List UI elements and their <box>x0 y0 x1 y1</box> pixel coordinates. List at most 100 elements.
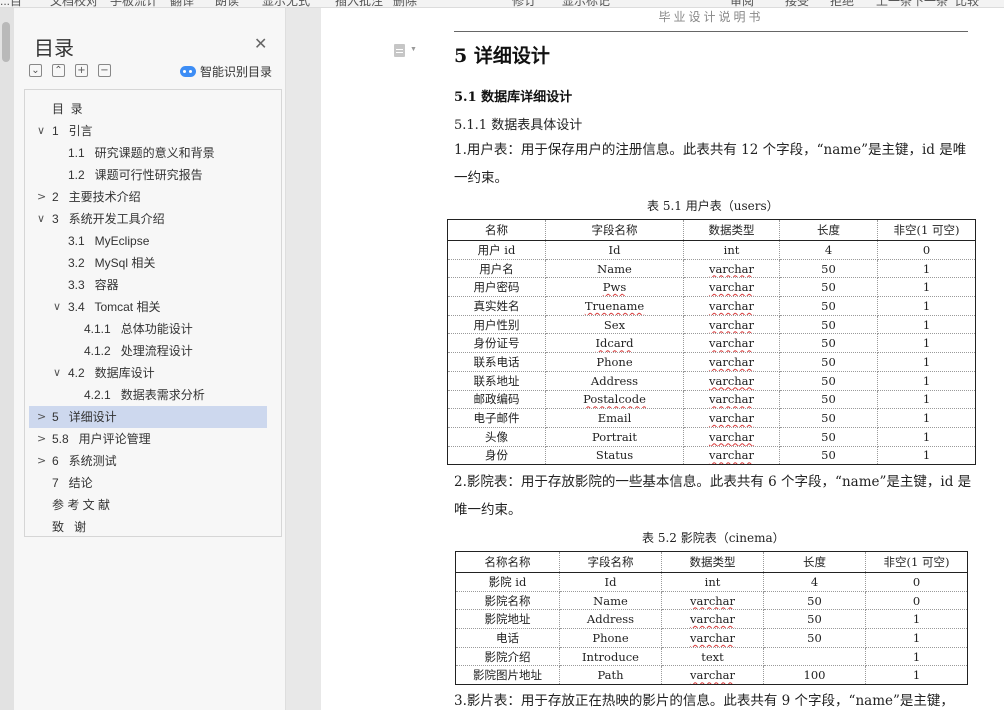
toc-item-label: 5 详细设计 <box>52 410 117 424</box>
table-cell: 真实姓名 <box>447 296 546 316</box>
toolbar-item[interactable]: 显示标记 <box>562 0 610 7</box>
toolbar-item[interactable]: 审阅 <box>730 0 754 7</box>
toc-item[interactable]: ∨ 3 系统开发工具介绍 <box>25 208 281 230</box>
toc-item[interactable]: 7 结论 <box>25 472 281 494</box>
table-cell: 联系电话 <box>447 352 546 372</box>
toc-item[interactable]: ∨ 4.2 数据库设计 <box>25 362 281 384</box>
plus-icon[interactable]: + <box>75 64 88 77</box>
table-cell: Status <box>545 445 684 466</box>
table-cell: 50 <box>779 389 878 410</box>
toc-item-label: 4.1.1 总体功能设计 <box>84 322 193 336</box>
table-row: 用户名 Name varchar 50 1 <box>447 258 976 279</box>
table-cell: 50 <box>763 628 866 648</box>
toc-item[interactable]: 3.3 容器 <box>25 274 281 296</box>
table-cell: varchar <box>683 389 780 410</box>
toolbar-item[interactable]: ...目 <box>0 0 22 7</box>
users-table: 名称 字段名称 数据类型 长度 非空(1 可空) 用户 id Id int 4 0 用户名 Name… <box>447 219 976 466</box>
table-cell: 邮政编码 <box>447 389 546 410</box>
table-cell: 1 <box>877 445 976 466</box>
table-cell: varchar <box>683 258 780 279</box>
table-row: 用户 id Id int 4 0 <box>447 240 976 260</box>
chevron-right-icon[interactable]: > <box>37 450 46 472</box>
toc-item[interactable]: ∨ 1 引言 <box>25 120 281 142</box>
table-header-cell: 名称 <box>447 219 546 241</box>
toc-item[interactable]: 目 录 <box>25 98 281 120</box>
toc-item[interactable]: 4.1.2 处理流程设计 <box>25 340 281 362</box>
table-cell: 联系地址 <box>447 370 546 391</box>
table-cell: int <box>683 240 780 260</box>
toc-item-label: 1 引言 <box>52 124 93 138</box>
table-cell: 1 <box>877 389 976 410</box>
scroll-thumb[interactable] <box>2 22 10 62</box>
table-cell: 50 <box>779 277 878 298</box>
chevron-down-icon[interactable]: ∨ <box>37 208 45 230</box>
chevron-right-icon[interactable]: > <box>37 428 46 450</box>
close-icon[interactable]: ✕ <box>254 34 267 54</box>
table-cell: int <box>661 572 764 592</box>
table-cell: varchar <box>683 314 780 335</box>
chevron-down-icon[interactable]: ∨ <box>53 296 61 318</box>
table-cell: 1 <box>877 277 976 298</box>
table-cell: Sex <box>545 314 684 335</box>
minus-icon[interactable]: − <box>98 64 111 77</box>
toc-item[interactable]: 1.2 课题可行性研究报告 <box>25 164 281 186</box>
toolbar-item[interactable]: 接受 <box>785 0 809 7</box>
toc-item[interactable]: >6 系统测试 <box>25 450 281 472</box>
toolbar-item[interactable]: 朗读 <box>215 0 239 7</box>
toolbar-item[interactable]: 上一条 <box>876 0 912 7</box>
chevron-down-icon[interactable]: ▼ <box>410 46 417 53</box>
table-cell: varchar <box>683 426 780 447</box>
toc-item[interactable]: ∨ 3.4 Tomcat 相关 <box>25 296 281 318</box>
toolbar-item[interactable]: 比较 <box>955 0 979 7</box>
toc-item[interactable]: 3.1 MyEclipse <box>25 230 281 252</box>
table-cell: 0 <box>877 240 976 260</box>
collapse-up-icon[interactable]: ⌃ <box>52 64 65 77</box>
toc-list: 目 录 ∨ 1 引言 1.1 研究课题的意义和背景 1.2 课题可行性研究报告 >2 主要… <box>24 89 282 537</box>
table-row: 用户性别 Sex varchar 50 1 <box>447 314 976 335</box>
toc-item-label: 致 谢 <box>52 520 87 534</box>
expand-down-icon[interactable]: ⌄ <box>29 64 42 77</box>
toolbar-item[interactable]: 下一条 <box>912 0 948 7</box>
table-row: 真实姓名 Truename varchar 50 1 <box>447 296 976 316</box>
table-cell: Postalcode <box>545 389 684 410</box>
table-cell: 1 <box>865 609 968 630</box>
toolbar-item[interactable]: 显示无式 <box>262 0 310 7</box>
toolbar-item[interactable]: 拒绝 <box>830 0 854 7</box>
toolbar-item[interactable]: 插入批注 <box>335 0 383 7</box>
table-cell: Id <box>545 240 684 260</box>
document-icon[interactable] <box>394 44 405 57</box>
table-cell: 头像 <box>447 426 546 447</box>
smart-toc-button[interactable]: 智能识别目录 <box>180 63 272 80</box>
toc-item[interactable]: 1.1 研究课题的意义和背景 <box>25 142 281 164</box>
toc-item[interactable]: >5 详细设计 <box>29 406 267 428</box>
table-cell: varchar <box>683 333 780 354</box>
toc-item[interactable]: 4.2.1 数据表需求分析 <box>25 384 281 406</box>
table-cell: Name <box>559 590 662 611</box>
table-row: 影院 id Id int 4 0 <box>455 572 968 592</box>
toc-item-label: 目 录 <box>52 102 83 116</box>
chevron-right-icon[interactable]: > <box>37 406 46 428</box>
table-header-cell: 字段名称 <box>559 551 662 573</box>
toc-item[interactable]: 4.1.1 总体功能设计 <box>25 318 281 340</box>
toolbar-item[interactable]: 手板流计 <box>110 0 158 7</box>
toolbar-item[interactable]: 删除 <box>393 0 417 7</box>
chevron-down-icon[interactable]: ∨ <box>53 362 61 384</box>
toc-item[interactable]: 致 谢 <box>25 516 281 538</box>
chevron-down-icon[interactable]: ∨ <box>37 120 45 142</box>
toc-item[interactable]: 参 考 文 献 <box>25 494 281 516</box>
paragraph-users: 1.用户表：用于保存用户的注册信息。此表共有 12 个字段，“name”是主键，… <box>454 142 967 186</box>
toc-item[interactable]: >5.8 用户评论管理 <box>25 428 281 450</box>
toolbar-item[interactable]: 文档校对 <box>50 0 98 7</box>
chevron-right-icon[interactable]: > <box>37 186 46 208</box>
toc-item-label: 4.2 数据库设计 <box>68 366 155 380</box>
toolbar-item[interactable]: 修订 <box>512 0 536 7</box>
toc-item[interactable]: 3.2 MySql 相关 <box>25 252 281 274</box>
table-row: 身份 Status varchar 50 1 <box>447 445 976 466</box>
toolbar-item[interactable]: 翻译 <box>170 0 194 7</box>
table-cell: 1 <box>877 408 976 428</box>
left-scroll-strip[interactable] <box>0 8 14 710</box>
toc-item-label: 3 系统开发工具介绍 <box>52 212 165 226</box>
toc-item[interactable]: >2 主要技术介绍 <box>25 186 281 208</box>
table-cell: 1 <box>865 646 968 667</box>
table-cell: 50 <box>779 314 878 335</box>
